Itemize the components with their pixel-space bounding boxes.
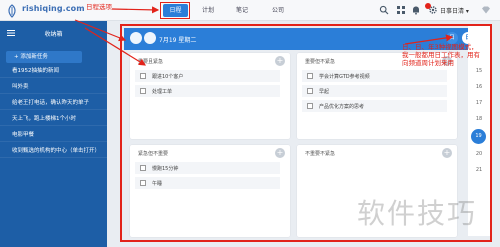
task-text: 早起	[319, 89, 330, 95]
task-checkbox[interactable]	[307, 73, 313, 79]
task-text: 慢跑15分钟	[152, 166, 179, 172]
logo-text: rishiqing.com	[22, 4, 85, 13]
task-checkbox[interactable]	[140, 73, 146, 79]
sidebar-task-item[interactable]: 给老王打电话，确认昨天的单子	[0, 96, 107, 110]
add-task-button[interactable]: + 添加新任务	[6, 51, 82, 63]
sidebar-header: 收纳箱	[0, 21, 107, 45]
task-row[interactable]: 学会计算GTD参考视频	[302, 70, 447, 82]
task-checkbox[interactable]	[140, 165, 146, 171]
tab-company[interactable]: 公司	[268, 4, 288, 17]
sidebar-task-item[interactable]: 叫外卖	[0, 80, 107, 94]
watermark-text: 软件技巧	[357, 197, 478, 230]
task-row[interactable]: 慢跑15分钟	[135, 162, 280, 174]
annotation-nav-note: 日程选项	[86, 3, 112, 11]
task-text: 产品优化方案的思考	[319, 104, 365, 110]
diamond-icon[interactable]	[481, 5, 491, 15]
user-menu[interactable]: 日事日清 ▾	[440, 6, 469, 15]
task-text: 午睡	[152, 181, 163, 187]
task-row[interactable]: 产品优化方案的思考	[302, 100, 447, 112]
add-task-plus-icon[interactable]: +	[442, 148, 452, 158]
inbox-sidebar: 收纳箱 + 添加新任务 看1952抽抽的新闻 叫外卖 给老王打电话，确认昨天的单…	[0, 21, 107, 247]
quadrant-title: 紧急但不重要	[138, 151, 169, 157]
current-date: 7月19 星期二	[159, 37, 197, 44]
calendar-day[interactable]: 16	[468, 84, 490, 90]
search-icon[interactable]	[379, 5, 389, 15]
task-row[interactable]: 午睡	[135, 177, 280, 189]
task-row[interactable]: 早起	[302, 85, 447, 97]
task-checkbox[interactable]	[140, 88, 146, 94]
nav-highlight-frame	[160, 2, 190, 19]
settings-icon[interactable]	[428, 5, 438, 15]
calendar-day[interactable]: 18	[468, 116, 490, 122]
add-task-plus-icon[interactable]: +	[275, 148, 285, 158]
sidebar-title: 收纳箱	[44, 31, 63, 38]
sidebar-task-item[interactable]: 收到甄选的机构的中心（单击打开）	[0, 144, 107, 158]
grid-icon[interactable]	[396, 5, 406, 15]
task-checkbox[interactable]	[307, 88, 313, 94]
quadrant-title: 重要但不紧急	[305, 59, 336, 65]
task-checkbox[interactable]	[307, 103, 313, 109]
task-row[interactable]: 处理工单	[135, 85, 280, 97]
tab-notes[interactable]: 笔记	[232, 4, 252, 17]
tab-plan[interactable]: 计划	[198, 4, 218, 17]
task-checkbox[interactable]	[140, 180, 146, 186]
annotation-view-note: 日、日、年3种视图模式，我一般都用日工作表，用有向频道周计划来用	[402, 43, 480, 67]
add-task-plus-icon[interactable]: +	[275, 56, 285, 66]
task-text: 学会计算GTD参考视频	[319, 74, 370, 80]
quadrant-title: 不重要不紧急	[305, 151, 336, 157]
sidebar-task-item[interactable]: 天上飞，跑上楼梯1个小时	[0, 112, 107, 126]
calendar-day-today[interactable]: 19	[471, 129, 486, 144]
task-text: 处理工单	[152, 89, 173, 95]
prev-day-button[interactable]	[130, 32, 142, 44]
quadrant-urgent-not-important: 紧急但不重要 + 慢跑15分钟 午睡	[130, 145, 290, 237]
logo-icon	[8, 4, 16, 18]
calendar-day[interactable]: 15	[468, 68, 490, 74]
quadrant-title: 重要且紧急	[138, 59, 164, 65]
calendar-day[interactable]: 20	[468, 151, 490, 157]
next-day-button[interactable]	[144, 32, 156, 44]
task-row[interactable]: 跟进10个客户	[135, 70, 280, 82]
bell-icon[interactable]	[411, 5, 421, 15]
top-bar: rishiqing.com 日程 计划 笔记 公司 日事日清 ▾	[0, 0, 500, 21]
quadrant-important-urgent: 重要且紧急 + 跟进10个客户 处理工单	[130, 53, 290, 139]
calendar-day[interactable]: 17	[468, 100, 490, 106]
task-text: 跟进10个客户	[152, 74, 184, 80]
sidebar-task-item[interactable]: 看1952抽抽的新闻	[0, 64, 107, 78]
sidebar-task-item[interactable]: 电影甲餐	[0, 128, 107, 142]
calendar-day[interactable]: 21	[468, 167, 490, 173]
